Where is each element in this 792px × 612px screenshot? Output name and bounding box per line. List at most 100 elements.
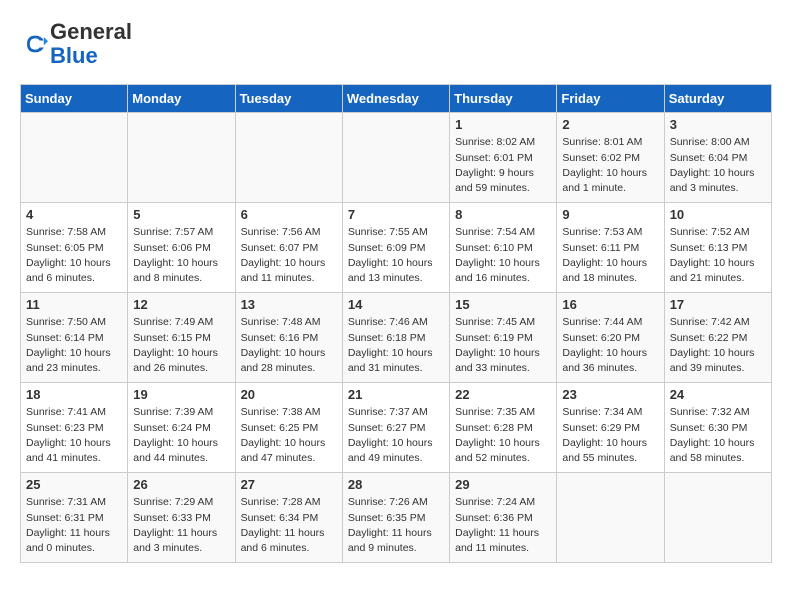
day-number: 24: [670, 387, 766, 402]
day-cell: 27 Sunrise: 7:28 AM Sunset: 6:34 PM Dayli…: [235, 473, 342, 563]
day-info: Sunrise: 7:53 AM Sunset: 6:11 PM Dayligh…: [562, 225, 658, 286]
day-cell: 1Sunrise: 8:02 AM Sunset: 6:01 PM Daylig…: [450, 113, 557, 203]
day-number: 11: [26, 297, 122, 312]
day-info: Sunrise: 7:26 AM Sunset: 6:35 PM Dayligh…: [348, 495, 444, 556]
day-cell: 12 Sunrise: 7:49 AM Sunset: 6:15 PM Dayli…: [128, 293, 235, 383]
day-number: 25: [26, 477, 122, 492]
day-info: Sunrise: 7:45 AM Sunset: 6:19 PM Dayligh…: [455, 315, 551, 376]
week-row-5: 25 Sunrise: 7:31 AM Sunset: 6:31 PM Dayli…: [21, 473, 772, 563]
week-row-2: 4 Sunrise: 7:58 AM Sunset: 6:05 PM Daylig…: [21, 203, 772, 293]
day-info: Sunrise: 7:49 AM Sunset: 6:15 PM Dayligh…: [133, 315, 229, 376]
day-info: Sunrise: 7:41 AM Sunset: 6:23 PM Dayligh…: [26, 405, 122, 466]
col-header-thursday: Thursday: [450, 85, 557, 113]
day-info: Sunrise: 8:02 AM Sunset: 6:01 PM Dayligh…: [455, 135, 551, 196]
day-info: Sunrise: 7:24 AM Sunset: 6:36 PM Dayligh…: [455, 495, 551, 556]
day-cell: [342, 113, 449, 203]
col-header-wednesday: Wednesday: [342, 85, 449, 113]
day-info: Sunrise: 7:29 AM Sunset: 6:33 PM Dayligh…: [133, 495, 229, 556]
day-cell: [21, 113, 128, 203]
day-info: Sunrise: 8:01 AM Sunset: 6:02 PM Dayligh…: [562, 135, 658, 196]
day-number: 19: [133, 387, 229, 402]
day-info: Sunrise: 7:44 AM Sunset: 6:20 PM Dayligh…: [562, 315, 658, 376]
day-cell: 10 Sunrise: 7:52 AM Sunset: 6:13 PM Dayli…: [664, 203, 771, 293]
day-cell: 25 Sunrise: 7:31 AM Sunset: 6:31 PM Dayli…: [21, 473, 128, 563]
week-row-3: 11 Sunrise: 7:50 AM Sunset: 6:14 PM Dayli…: [21, 293, 772, 383]
day-info: Sunrise: 7:46 AM Sunset: 6:18 PM Dayligh…: [348, 315, 444, 376]
day-info: Sunrise: 7:42 AM Sunset: 6:22 PM Dayligh…: [670, 315, 766, 376]
day-number: 14: [348, 297, 444, 312]
day-number: 10: [670, 207, 766, 222]
day-number: 26: [133, 477, 229, 492]
day-number: 3: [670, 117, 766, 132]
day-number: 15: [455, 297, 551, 312]
day-cell: 20 Sunrise: 7:38 AM Sunset: 6:25 PM Dayli…: [235, 383, 342, 473]
col-header-sunday: Sunday: [21, 85, 128, 113]
day-cell: 17 Sunrise: 7:42 AM Sunset: 6:22 PM Dayli…: [664, 293, 771, 383]
day-cell: 14 Sunrise: 7:46 AM Sunset: 6:18 PM Dayli…: [342, 293, 449, 383]
week-row-1: 1Sunrise: 8:02 AM Sunset: 6:01 PM Daylig…: [21, 113, 772, 203]
day-cell: 11 Sunrise: 7:50 AM Sunset: 6:14 PM Dayli…: [21, 293, 128, 383]
day-number: 28: [348, 477, 444, 492]
day-info: Sunrise: 7:32 AM Sunset: 6:30 PM Dayligh…: [670, 405, 766, 466]
day-number: 27: [241, 477, 337, 492]
logo: General Blue: [20, 20, 132, 68]
day-number: 23: [562, 387, 658, 402]
day-cell: 24 Sunrise: 7:32 AM Sunset: 6:30 PM Dayli…: [664, 383, 771, 473]
day-info: Sunrise: 7:57 AM Sunset: 6:06 PM Dayligh…: [133, 225, 229, 286]
day-number: 17: [670, 297, 766, 312]
day-cell: 22 Sunrise: 7:35 AM Sunset: 6:28 PM Dayli…: [450, 383, 557, 473]
day-cell: 9Sunrise: 7:53 AM Sunset: 6:11 PM Daylig…: [557, 203, 664, 293]
calendar-table: SundayMondayTuesdayWednesdayThursdayFrid…: [20, 84, 772, 563]
day-cell: 18 Sunrise: 7:41 AM Sunset: 6:23 PM Dayli…: [21, 383, 128, 473]
day-info: Sunrise: 7:28 AM Sunset: 6:34 PM Dayligh…: [241, 495, 337, 556]
day-cell: 23 Sunrise: 7:34 AM Sunset: 6:29 PM Dayli…: [557, 383, 664, 473]
day-cell: 3Sunrise: 8:00 AM Sunset: 6:04 PM Daylig…: [664, 113, 771, 203]
day-number: 6: [241, 207, 337, 222]
day-number: 2: [562, 117, 658, 132]
day-cell: 5Sunrise: 7:57 AM Sunset: 6:06 PM Daylig…: [128, 203, 235, 293]
day-number: 4: [26, 207, 122, 222]
day-info: Sunrise: 7:38 AM Sunset: 6:25 PM Dayligh…: [241, 405, 337, 466]
day-cell: 2 Sunrise: 8:01 AM Sunset: 6:02 PM Daylig…: [557, 113, 664, 203]
day-cell: 16 Sunrise: 7:44 AM Sunset: 6:20 PM Dayli…: [557, 293, 664, 383]
day-info: Sunrise: 7:31 AM Sunset: 6:31 PM Dayligh…: [26, 495, 122, 556]
page-header: General Blue: [20, 20, 772, 68]
day-info: Sunrise: 7:37 AM Sunset: 6:27 PM Dayligh…: [348, 405, 444, 466]
col-header-tuesday: Tuesday: [235, 85, 342, 113]
day-info: Sunrise: 7:34 AM Sunset: 6:29 PM Dayligh…: [562, 405, 658, 466]
day-cell: [664, 473, 771, 563]
day-number: 16: [562, 297, 658, 312]
day-info: Sunrise: 7:58 AM Sunset: 6:05 PM Dayligh…: [26, 225, 122, 286]
day-info: Sunrise: 7:55 AM Sunset: 6:09 PM Dayligh…: [348, 225, 444, 286]
day-number: 8: [455, 207, 551, 222]
day-cell: 8 Sunrise: 7:54 AM Sunset: 6:10 PM Daylig…: [450, 203, 557, 293]
day-cell: [557, 473, 664, 563]
day-number: 20: [241, 387, 337, 402]
day-info: Sunrise: 7:39 AM Sunset: 6:24 PM Dayligh…: [133, 405, 229, 466]
logo-text: General Blue: [50, 20, 132, 68]
day-info: Sunrise: 7:56 AM Sunset: 6:07 PM Dayligh…: [241, 225, 337, 286]
day-number: 7: [348, 207, 444, 222]
day-number: 12: [133, 297, 229, 312]
day-info: Sunrise: 7:54 AM Sunset: 6:10 PM Dayligh…: [455, 225, 551, 286]
day-number: 13: [241, 297, 337, 312]
day-number: 21: [348, 387, 444, 402]
day-cell: 19 Sunrise: 7:39 AM Sunset: 6:24 PM Dayli…: [128, 383, 235, 473]
day-cell: 28 Sunrise: 7:26 AM Sunset: 6:35 PM Dayli…: [342, 473, 449, 563]
logo-icon: [20, 30, 48, 58]
day-cell: [128, 113, 235, 203]
day-cell: 7 Sunrise: 7:55 AM Sunset: 6:09 PM Daylig…: [342, 203, 449, 293]
day-cell: 21 Sunrise: 7:37 AM Sunset: 6:27 PM Dayli…: [342, 383, 449, 473]
day-info: Sunrise: 7:35 AM Sunset: 6:28 PM Dayligh…: [455, 405, 551, 466]
day-cell: 29 Sunrise: 7:24 AM Sunset: 6:36 PM Dayli…: [450, 473, 557, 563]
day-cell: [235, 113, 342, 203]
day-number: 22: [455, 387, 551, 402]
day-number: 29: [455, 477, 551, 492]
day-number: 18: [26, 387, 122, 402]
day-cell: 13Sunrise: 7:48 AM Sunset: 6:16 PM Dayli…: [235, 293, 342, 383]
day-cell: 26 Sunrise: 7:29 AM Sunset: 6:33 PM Dayli…: [128, 473, 235, 563]
day-info: Sunrise: 7:50 AM Sunset: 6:14 PM Dayligh…: [26, 315, 122, 376]
day-info: Sunrise: 7:52 AM Sunset: 6:13 PM Dayligh…: [670, 225, 766, 286]
week-row-4: 18 Sunrise: 7:41 AM Sunset: 6:23 PM Dayli…: [21, 383, 772, 473]
col-header-monday: Monday: [128, 85, 235, 113]
